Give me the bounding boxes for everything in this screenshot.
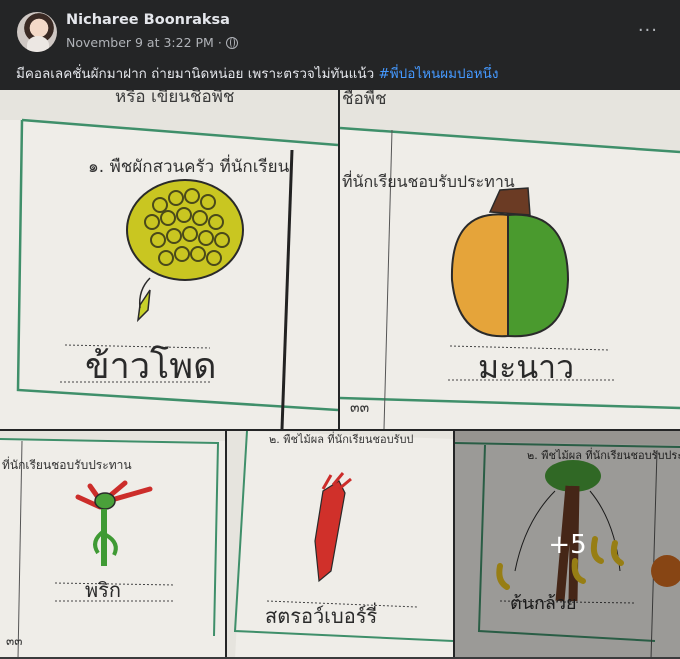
strawberry-drawing: ๒. พืชไม้ผล ที่นักเรียนชอบรับป สตรอว์เบอ…: [227, 431, 453, 659]
photo-lime[interactable]: ชื่อพืช ที่นักเรียนชอบรับประทาน มะนาว ๓๓: [340, 90, 680, 429]
post-meta: November 9 at 3:22 PM ·: [66, 35, 238, 50]
photo-top-text: หรือ เขียนชื่อพืช: [115, 90, 234, 107]
meta-separator: ·: [217, 35, 222, 50]
author-name[interactable]: Nicharee Boonraksa: [66, 12, 230, 28]
more-options-icon[interactable]: ···: [638, 20, 658, 41]
photo-header: ที่นักเรียนชอบรับประทาน: [2, 456, 132, 472]
post-caption: มีคอลเลคชั่นผักมาฝาก ถ่ายมานิดหน่อย เพรา…: [16, 62, 498, 84]
post-date[interactable]: November 9 at 3:22 PM: [66, 35, 214, 50]
photo-corn[interactable]: หรือ เขียนชื่อพืช ๑. พืชผักสวนครัว ที่นั…: [0, 90, 338, 429]
photo-label: ข้าวโพด: [85, 345, 216, 387]
more-photos-overlay[interactable]: +5: [455, 431, 680, 659]
caption-text: มีคอลเลคชั่นผักมาฝาก ถ่ายมานิดหน่อย เพรา…: [16, 66, 379, 82]
photo-strawberry[interactable]: ๒. พืชไม้ผล ที่นักเรียนชอบรับป สตรอว์เบอ…: [227, 431, 453, 659]
post-header: Nicharee Boonraksa November 9 at 3:22 PM…: [0, 0, 680, 60]
lime-drawing: ชื่อพืช ที่นักเรียนชอบรับประทาน มะนาว ๓๓: [340, 90, 680, 429]
chili-drawing: ที่นักเรียนชอบรับประทาน พริก ๓๓: [0, 431, 225, 659]
author-avatar[interactable]: [17, 12, 57, 52]
globe-icon: [225, 36, 238, 49]
photo-label: มะนาว: [478, 348, 574, 386]
photo-page-number: ๓๓: [350, 400, 369, 416]
photo-chili[interactable]: ที่นักเรียนชอบรับประทาน พริก ๓๓: [0, 431, 225, 659]
photo-header: ที่นักเรียนชอบรับประทาน: [342, 170, 515, 191]
photo-top-text: ชื่อพืช: [342, 90, 387, 109]
corn-drawing: หรือ เขียนชื่อพืช ๑. พืชผักสวนครัว ที่นั…: [0, 90, 338, 429]
photo-header: ๒. พืชไม้ผล ที่นักเรียนชอบรับป: [269, 431, 413, 446]
photo-grid: หรือ เขียนชื่อพืช ๑. พืชผักสวนครัว ที่นั…: [0, 90, 680, 659]
photo-label: พริก: [85, 578, 121, 602]
caption-hashtag[interactable]: #พี่ปอไหนผมปอหนึ่ง: [378, 66, 498, 82]
photo-label: สตรอว์เบอร์รี่: [265, 602, 377, 628]
photo-header: ๑. พืชผักสวนครัว ที่นักเรียน: [88, 154, 290, 177]
photo-page-number: ๓๓: [6, 634, 22, 648]
